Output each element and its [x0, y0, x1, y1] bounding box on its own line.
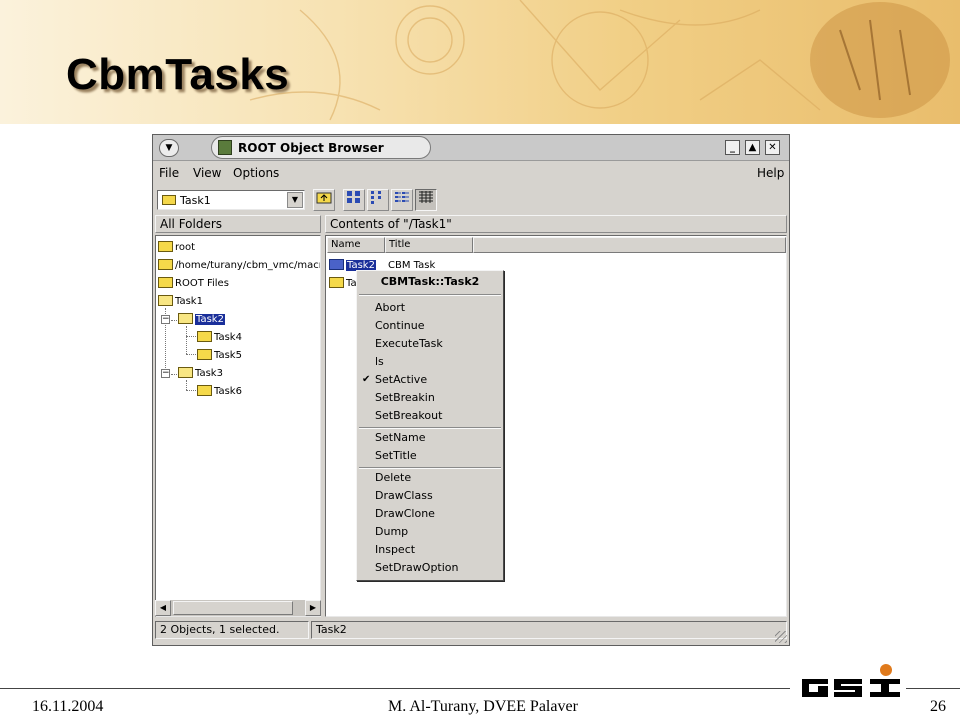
menu-item-inspect[interactable]: Inspect — [375, 541, 415, 559]
tree-connector — [186, 390, 196, 391]
folder-open-icon — [178, 367, 193, 378]
all-folders-header: All Folders — [155, 215, 321, 233]
small-icons-icon — [371, 191, 381, 204]
footer-divider — [0, 688, 790, 689]
menu-item-executetask[interactable]: ExecuteTask — [375, 335, 443, 353]
folder-up-button[interactable] — [313, 189, 335, 211]
slide-banner: CbmTasks — [0, 0, 960, 124]
window-title: ROOT Object Browser — [238, 141, 384, 155]
details-view-button[interactable] — [415, 189, 437, 211]
large-icons-icon — [347, 191, 360, 203]
tree-item[interactable]: Task5 — [197, 348, 242, 364]
tree-item[interactable]: ROOT Files — [158, 276, 229, 292]
menu-item-setbreakin[interactable]: SetBreakin — [375, 389, 435, 407]
menu-item-dump[interactable]: Dump — [375, 523, 408, 541]
context-menu: CBMTask::Task2 Abort Continue ExecuteTas… — [356, 270, 504, 581]
tree-item[interactable]: Task6 — [197, 384, 242, 400]
window-titlebar[interactable]: ▼ ROOT Object Browser _ ▲ ✕ — [153, 135, 789, 161]
tree-item[interactable]: /home/turany/cbm_vmc/macro/g — [158, 258, 320, 274]
toolbar: Task1 ▼ — [153, 186, 789, 214]
tree-connector — [186, 380, 187, 390]
footer-divider — [906, 688, 960, 689]
menu-item-setactive[interactable]: SetActive — [375, 371, 427, 389]
tree-connector — [186, 326, 187, 354]
contents-header: Contents of "/Task1" — [325, 215, 787, 233]
close-button[interactable]: ✕ — [765, 140, 780, 155]
collapse-icon[interactable]: − — [161, 369, 170, 378]
menu-help[interactable]: Help — [757, 166, 784, 180]
folder-icon — [197, 331, 212, 342]
folder-icon — [329, 259, 344, 270]
footer-date: 16.11.2004 — [32, 698, 104, 715]
menu-item-continue[interactable]: Continue — [375, 317, 424, 335]
checkmark-icon: ✔ — [362, 374, 371, 385]
menu-item-delete[interactable]: Delete — [375, 469, 411, 487]
folder-open-icon — [158, 295, 173, 306]
folder-icon — [158, 241, 173, 252]
folder-icon — [158, 277, 173, 288]
tree-item[interactable]: root — [158, 240, 195, 256]
menu-separator — [359, 294, 501, 296]
folder-tree[interactable]: root /home/turany/cbm_vmc/macro/g ROOT F… — [155, 235, 321, 617]
scrollbar-thumb[interactable] — [173, 601, 293, 615]
folder-icon — [197, 349, 212, 360]
window-title-pill: ROOT Object Browser — [211, 136, 431, 159]
path-combobox-value: Task1 — [180, 194, 211, 207]
menu-item-drawclass[interactable]: DrawClass — [375, 487, 433, 505]
scroll-right-icon[interactable]: ▶ — [305, 600, 321, 616]
folder-icon — [329, 277, 344, 288]
menu-view[interactable]: View — [193, 166, 221, 180]
menu-item-setdrawoption[interactable]: SetDrawOption — [375, 559, 459, 577]
folder-icon — [162, 195, 176, 205]
scroll-left-icon[interactable]: ◀ — [155, 600, 171, 616]
gsi-logo — [802, 664, 900, 697]
details-icon — [419, 191, 433, 203]
footer-author: M. Al-Turany, DVEE Palaver — [388, 698, 578, 715]
menu-item-drawclone[interactable]: DrawClone — [375, 505, 435, 523]
maximize-button[interactable]: ▲ — [745, 140, 760, 155]
folder-up-icon — [316, 192, 332, 204]
chevron-down-icon[interactable]: ▼ — [287, 192, 303, 208]
list-icon — [395, 192, 409, 202]
path-combobox[interactable]: Task1 ▼ — [157, 190, 305, 210]
menu-item-setname[interactable]: SetName — [375, 429, 426, 447]
tree-connector — [171, 320, 177, 321]
status-selection: Task2 — [311, 621, 787, 639]
folder-icon — [158, 259, 173, 270]
tree-connector — [186, 354, 196, 355]
column-header-name[interactable]: Name — [327, 237, 385, 253]
slide-title: CbmTasks — [66, 50, 290, 99]
column-header-title[interactable]: Title — [385, 237, 473, 253]
tree-connector — [171, 374, 177, 375]
context-menu-title: CBMTask::Task2 — [380, 275, 480, 288]
tree-item[interactable]: Task4 — [197, 330, 242, 346]
window-menu-icon[interactable]: ▼ — [159, 139, 179, 157]
collapse-icon[interactable]: − — [161, 315, 170, 324]
tree-item[interactable]: Task3 — [178, 366, 223, 382]
menu-item-abort[interactable]: Abort — [375, 299, 405, 317]
menu-options[interactable]: Options — [233, 166, 279, 180]
menu-file[interactable]: File — [159, 166, 179, 180]
menu-item-ls[interactable]: ls — [375, 353, 384, 371]
menu-item-setbreakout[interactable]: SetBreakout — [375, 407, 442, 425]
minimize-button[interactable]: _ — [725, 140, 740, 155]
status-objects: 2 Objects, 1 selected. — [155, 621, 309, 639]
tree-horizontal-scrollbar[interactable]: ◀ ▶ — [155, 600, 321, 616]
menu-item-settitle[interactable]: SetTitle — [375, 447, 417, 465]
resize-grip-icon[interactable] — [775, 631, 787, 643]
folder-icon — [197, 385, 212, 396]
small-icons-button[interactable] — [367, 189, 389, 211]
list-view-button[interactable] — [391, 189, 413, 211]
large-icons-button[interactable] — [343, 189, 365, 211]
tree-connector — [186, 336, 196, 337]
column-header-empty[interactable] — [473, 237, 786, 253]
menubar: File View Options Help — [153, 162, 789, 184]
app-icon — [218, 140, 232, 155]
folder-open-icon — [178, 313, 193, 324]
footer-page-number: 26 — [930, 698, 946, 715]
